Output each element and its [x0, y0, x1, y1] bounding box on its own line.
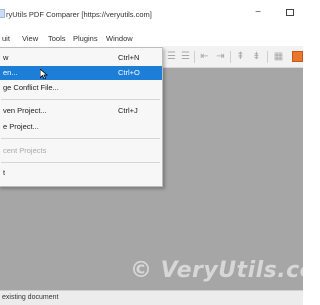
menu-view[interactable]: View	[22, 34, 38, 43]
menu-plugins[interactable]: Plugins	[73, 34, 98, 43]
status-text: existing document	[2, 294, 59, 301]
app-icon	[0, 9, 5, 18]
file-menu-dropdown: w Ctrl+N en... Ctrl+O ge Conflict File..…	[0, 47, 163, 187]
menu-item-shortcut: Ctrl+O	[118, 68, 140, 77]
menu-separator	[1, 99, 160, 100]
menu-item-label: t	[3, 168, 6, 177]
window-title: ryUtils PDF Comparer [https://veryutils.…	[6, 10, 152, 19]
arrow-left-icon[interactable]: ⇤	[199, 51, 210, 62]
arrow-right-icon[interactable]: ⇥	[215, 51, 226, 62]
menu-item-save-project[interactable]: e Project...	[0, 120, 162, 134]
options-icon[interactable]: ▦	[273, 51, 284, 62]
title-bar: ryUtils PDF Comparer [https://veryutils.…	[0, 0, 303, 28]
menu-item-open[interactable]: en... Ctrl+O	[0, 66, 162, 80]
menu-item-label: ven Project...	[3, 106, 47, 115]
menu-item-label: cent Projects	[3, 146, 47, 155]
toolbar-separator	[194, 51, 195, 63]
menu-item-label: en...	[3, 68, 18, 77]
toolbar: ☰ ☰ ⇤ ⇥ ⇞ ⇟ ▦	[163, 46, 303, 68]
prev-diff-icon[interactable]: ⇞	[235, 51, 246, 62]
menu-item-label: e Project...	[3, 122, 39, 131]
menu-separator	[1, 138, 160, 139]
menu-edit[interactable]: uit	[2, 34, 10, 43]
menu-item-recent-projects: cent Projects	[0, 144, 162, 158]
menu-item-new[interactable]: w Ctrl+N	[0, 51, 162, 65]
color-icon[interactable]	[292, 51, 303, 62]
menu-item-label: w	[3, 53, 9, 62]
menu-item-open-project[interactable]: ven Project... Ctrl+J	[0, 104, 162, 118]
menu-item-shortcut: Ctrl+J	[118, 106, 138, 115]
align-left-icon[interactable]: ☰	[166, 51, 177, 62]
menu-separator	[1, 162, 160, 163]
menu-bar: uit View Tools Plugins Window	[0, 33, 303, 44]
menu-item-shortcut: Ctrl+N	[118, 53, 140, 62]
menu-window[interactable]: Window	[106, 34, 133, 43]
menu-item-merge-conflict[interactable]: ge Conflict File...	[0, 81, 162, 95]
align-right-icon[interactable]: ☰	[180, 51, 191, 62]
minimize-button[interactable]: −	[250, 6, 266, 20]
status-bar: existing document	[0, 290, 303, 305]
next-diff-icon[interactable]: ⇟	[251, 51, 262, 62]
menu-item-label: ge Conflict File...	[3, 83, 59, 92]
toolbar-separator	[267, 51, 268, 63]
watermark: © VeryUtils.co	[130, 258, 316, 283]
menu-item-exit[interactable]: t	[0, 166, 162, 180]
toolbar-separator	[230, 51, 231, 63]
maximize-icon	[286, 8, 294, 16]
menu-tools[interactable]: Tools	[48, 34, 66, 43]
maximize-button[interactable]	[282, 6, 298, 20]
mouse-cursor-icon	[40, 69, 48, 79]
